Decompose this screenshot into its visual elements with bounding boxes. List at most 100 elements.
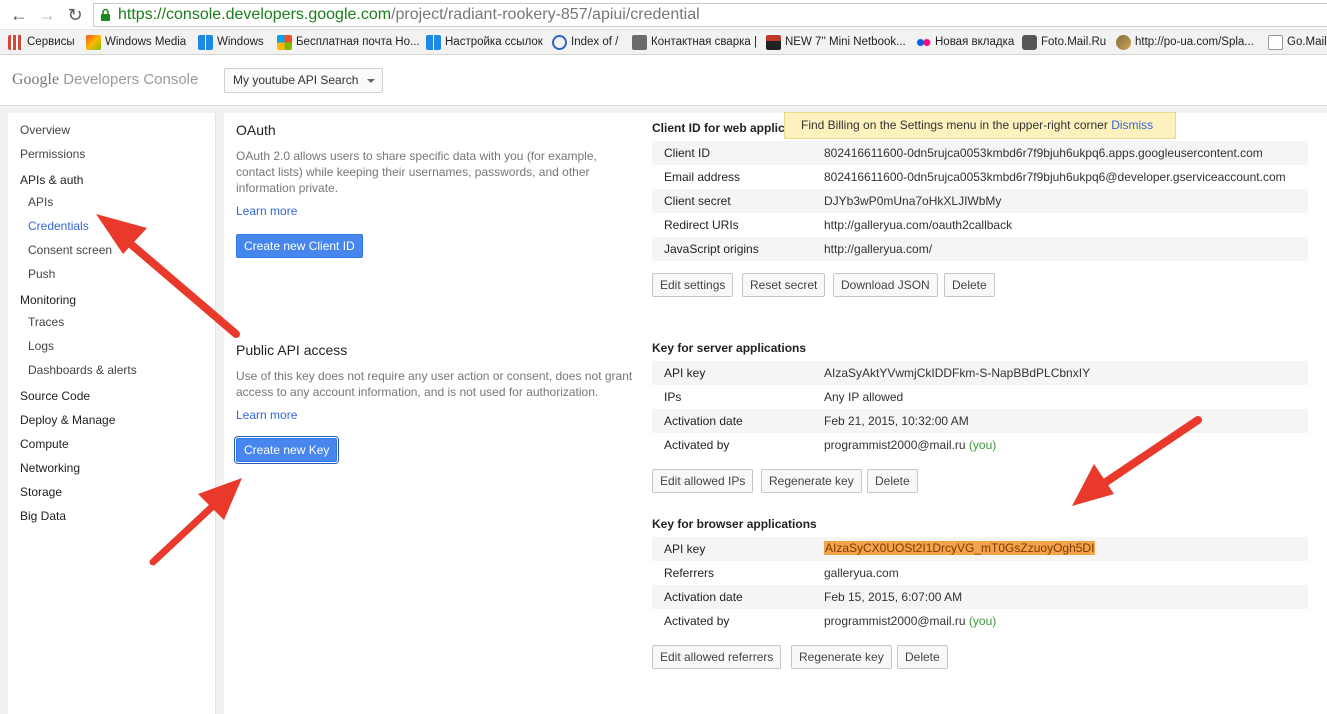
sidebar-item-big-data[interactable]: Big Data bbox=[20, 509, 66, 523]
site-icon bbox=[766, 35, 781, 50]
delete-client-button[interactable]: Delete bbox=[944, 273, 995, 297]
edit-allowed-ips-button[interactable]: Edit allowed IPs bbox=[652, 469, 754, 493]
create-client-id-button[interactable]: Create new Client ID bbox=[236, 234, 363, 258]
sidebar-item-deploy-manage[interactable]: Deploy & Manage bbox=[20, 413, 115, 427]
bookmark-item[interactable]: Сервисы bbox=[8, 34, 75, 51]
back-arrow-icon[interactable]: ← bbox=[8, 4, 30, 26]
sidebar-item-push[interactable]: Push bbox=[28, 267, 55, 281]
edit-allowed-referrers-button[interactable]: Edit allowed referrers bbox=[652, 645, 782, 669]
oauth-description-line: information private. bbox=[236, 181, 339, 195]
windows-icon bbox=[198, 35, 213, 50]
apps-grid-icon bbox=[8, 35, 23, 50]
bookmark-label: Настройка ссылок bbox=[445, 36, 543, 48]
bookmark-item[interactable]: Index of / bbox=[552, 34, 618, 51]
public-api-description: Use of this key does not require any use… bbox=[236, 368, 632, 400]
sidebar: Overview Permissions APIs & auth APIs Cr… bbox=[8, 113, 216, 714]
row-key: API key bbox=[664, 542, 706, 556]
oauth-description-line: OAuth 2.0 allows users to share specific… bbox=[236, 149, 597, 163]
forward-arrow-icon[interactable]: → bbox=[36, 4, 58, 26]
table-row: Activation date Feb 15, 2015, 6:07:00 AM bbox=[652, 585, 1308, 609]
you-tag: (you) bbox=[968, 614, 997, 628]
sidebar-item-apis-auth[interactable]: APIs & auth bbox=[20, 173, 83, 187]
public-api-learn-more-link[interactable]: Learn more bbox=[236, 408, 297, 422]
sidebar-item-logs[interactable]: Logs bbox=[28, 339, 54, 353]
public-api-description-line: access to any account information, and i… bbox=[236, 385, 599, 399]
dismiss-link[interactable]: Dismiss bbox=[1111, 118, 1153, 132]
server-api-key-value: AIzaSyAktYVwmjCkIDDFkm-S-NapBBdPLCbnxIY bbox=[824, 366, 1091, 380]
table-row: Referrers galleryua.com bbox=[652, 561, 1308, 585]
download-json-button[interactable]: Download JSON bbox=[833, 273, 938, 297]
browser-toolbar: ← → ↻ https://console.developers.google.… bbox=[0, 0, 1327, 30]
sidebar-item-compute[interactable]: Compute bbox=[20, 437, 69, 451]
windows-media-icon bbox=[86, 35, 101, 50]
bookmark-item[interactable]: Бесплатная почта Ho... bbox=[277, 34, 420, 51]
table-row: Client ID 802416611600-0dn5rujca0053kmbd… bbox=[652, 141, 1308, 165]
row-key: Activation date bbox=[664, 414, 743, 428]
sidebar-item-dashboards[interactable]: Dashboards & alerts bbox=[28, 363, 137, 377]
app-header: Google Developers Console My youtube API… bbox=[0, 56, 1327, 106]
reset-secret-button[interactable]: Reset secret bbox=[742, 273, 826, 297]
edit-settings-button[interactable]: Edit settings bbox=[652, 273, 734, 297]
sidebar-item-consent-screen[interactable]: Consent screen bbox=[28, 243, 112, 257]
windows-icon bbox=[426, 35, 441, 50]
flickr-icon bbox=[916, 35, 931, 50]
bookmark-item[interactable]: Go.Mail. bbox=[1268, 34, 1327, 51]
sidebar-item-source-code[interactable]: Source Code bbox=[20, 389, 90, 403]
row-key: IPs bbox=[664, 390, 682, 404]
address-bar[interactable]: https://console.developers.google.com/pr… bbox=[93, 3, 1327, 27]
row-key: Activated by bbox=[664, 614, 730, 628]
index-icon bbox=[552, 35, 567, 50]
table-row: Activation date Feb 21, 2015, 10:32:00 A… bbox=[652, 409, 1308, 433]
project-selector-label: My youtube API Search bbox=[233, 73, 359, 87]
delete-browser-key-button[interactable]: Delete bbox=[897, 645, 948, 669]
bookmark-label: Foto.Mail.Ru bbox=[1041, 36, 1107, 48]
bookmark-item[interactable]: Настройка ссылок bbox=[426, 34, 543, 51]
bookmark-item[interactable]: Windows bbox=[198, 34, 264, 51]
bookmark-item[interactable]: Foto.Mail.Ru bbox=[1022, 34, 1106, 51]
bookmark-label: Новая вкладка bbox=[935, 36, 1015, 48]
bookmark-label: http://po-ua.com/Spla... bbox=[1135, 36, 1254, 48]
javascript-origins-value: http://galleryua.com/ bbox=[824, 242, 933, 256]
browser-key-title: Key for browser applications bbox=[652, 517, 817, 531]
bookmark-item[interactable]: Контактная сварка | bbox=[632, 34, 757, 51]
client-id-value: 802416611600-0dn5rujca0053kmbd6r7f9bjuh6… bbox=[824, 146, 1263, 160]
billing-notification: Find Billing on the Settings menu in the… bbox=[784, 112, 1176, 139]
sidebar-item-permissions[interactable]: Permissions bbox=[20, 147, 85, 161]
bookmark-item[interactable]: http://po-ua.com/Spla... bbox=[1116, 34, 1254, 51]
table-row: IPs Any IP allowed bbox=[652, 385, 1308, 409]
sidebar-item-networking[interactable]: Networking bbox=[20, 461, 80, 475]
delete-server-key-button[interactable]: Delete bbox=[867, 469, 918, 493]
activation-date-value: Feb 15, 2015, 6:07:00 AM bbox=[824, 590, 963, 604]
url-scheme: https:// bbox=[118, 6, 167, 23]
developers-console-logo[interactable]: Google Developers Console bbox=[12, 71, 198, 89]
site-icon bbox=[632, 35, 647, 50]
sidebar-item-storage[interactable]: Storage bbox=[20, 485, 62, 499]
oauth-learn-more-link[interactable]: Learn more bbox=[236, 204, 297, 218]
oauth-description-line: contact lists) while keeping their usern… bbox=[236, 165, 590, 179]
sidebar-item-overview[interactable]: Overview bbox=[20, 123, 70, 137]
you-tag: (you) bbox=[968, 438, 997, 452]
sidebar-item-traces[interactable]: Traces bbox=[28, 315, 64, 329]
row-key: Client secret bbox=[664, 194, 731, 208]
regenerate-browser-key-button[interactable]: Regenerate key bbox=[791, 645, 892, 669]
project-selector[interactable]: My youtube API Search bbox=[224, 68, 383, 93]
sidebar-item-credentials[interactable]: Credentials bbox=[28, 219, 89, 233]
reload-icon[interactable]: ↻ bbox=[64, 4, 86, 26]
row-key: API key bbox=[664, 366, 706, 380]
logo-product: Developers Console bbox=[63, 71, 199, 88]
table-row: Email address 802416611600-0dn5rujca0053… bbox=[652, 165, 1308, 189]
bookmark-item[interactable]: Windows Media bbox=[86, 34, 186, 51]
chevron-down-icon bbox=[367, 79, 375, 83]
bookmark-item[interactable]: NEW 7'' Mini Netbook... bbox=[766, 34, 906, 51]
sidebar-item-apis[interactable]: APIs bbox=[28, 195, 53, 209]
create-new-key-button[interactable]: Create new Key bbox=[236, 438, 338, 462]
regenerate-server-key-button[interactable]: Regenerate key bbox=[761, 469, 862, 493]
bookmark-label: Go.Mail. bbox=[1287, 36, 1327, 48]
msn-icon bbox=[277, 35, 292, 50]
sidebar-item-monitoring[interactable]: Monitoring bbox=[20, 293, 76, 307]
camera-icon bbox=[1022, 35, 1037, 50]
activated-by-email: programmist2000@mail.ru bbox=[824, 614, 966, 628]
bookmark-label: Бесплатная почта Ho... bbox=[296, 36, 420, 48]
browser-api-key-value[interactable]: AIzaSyCX0UOSt2I1DrcyVG_mT0GsZzuoyOgh5DI bbox=[824, 541, 1096, 555]
bookmark-item[interactable]: Новая вкладка bbox=[916, 34, 1014, 51]
